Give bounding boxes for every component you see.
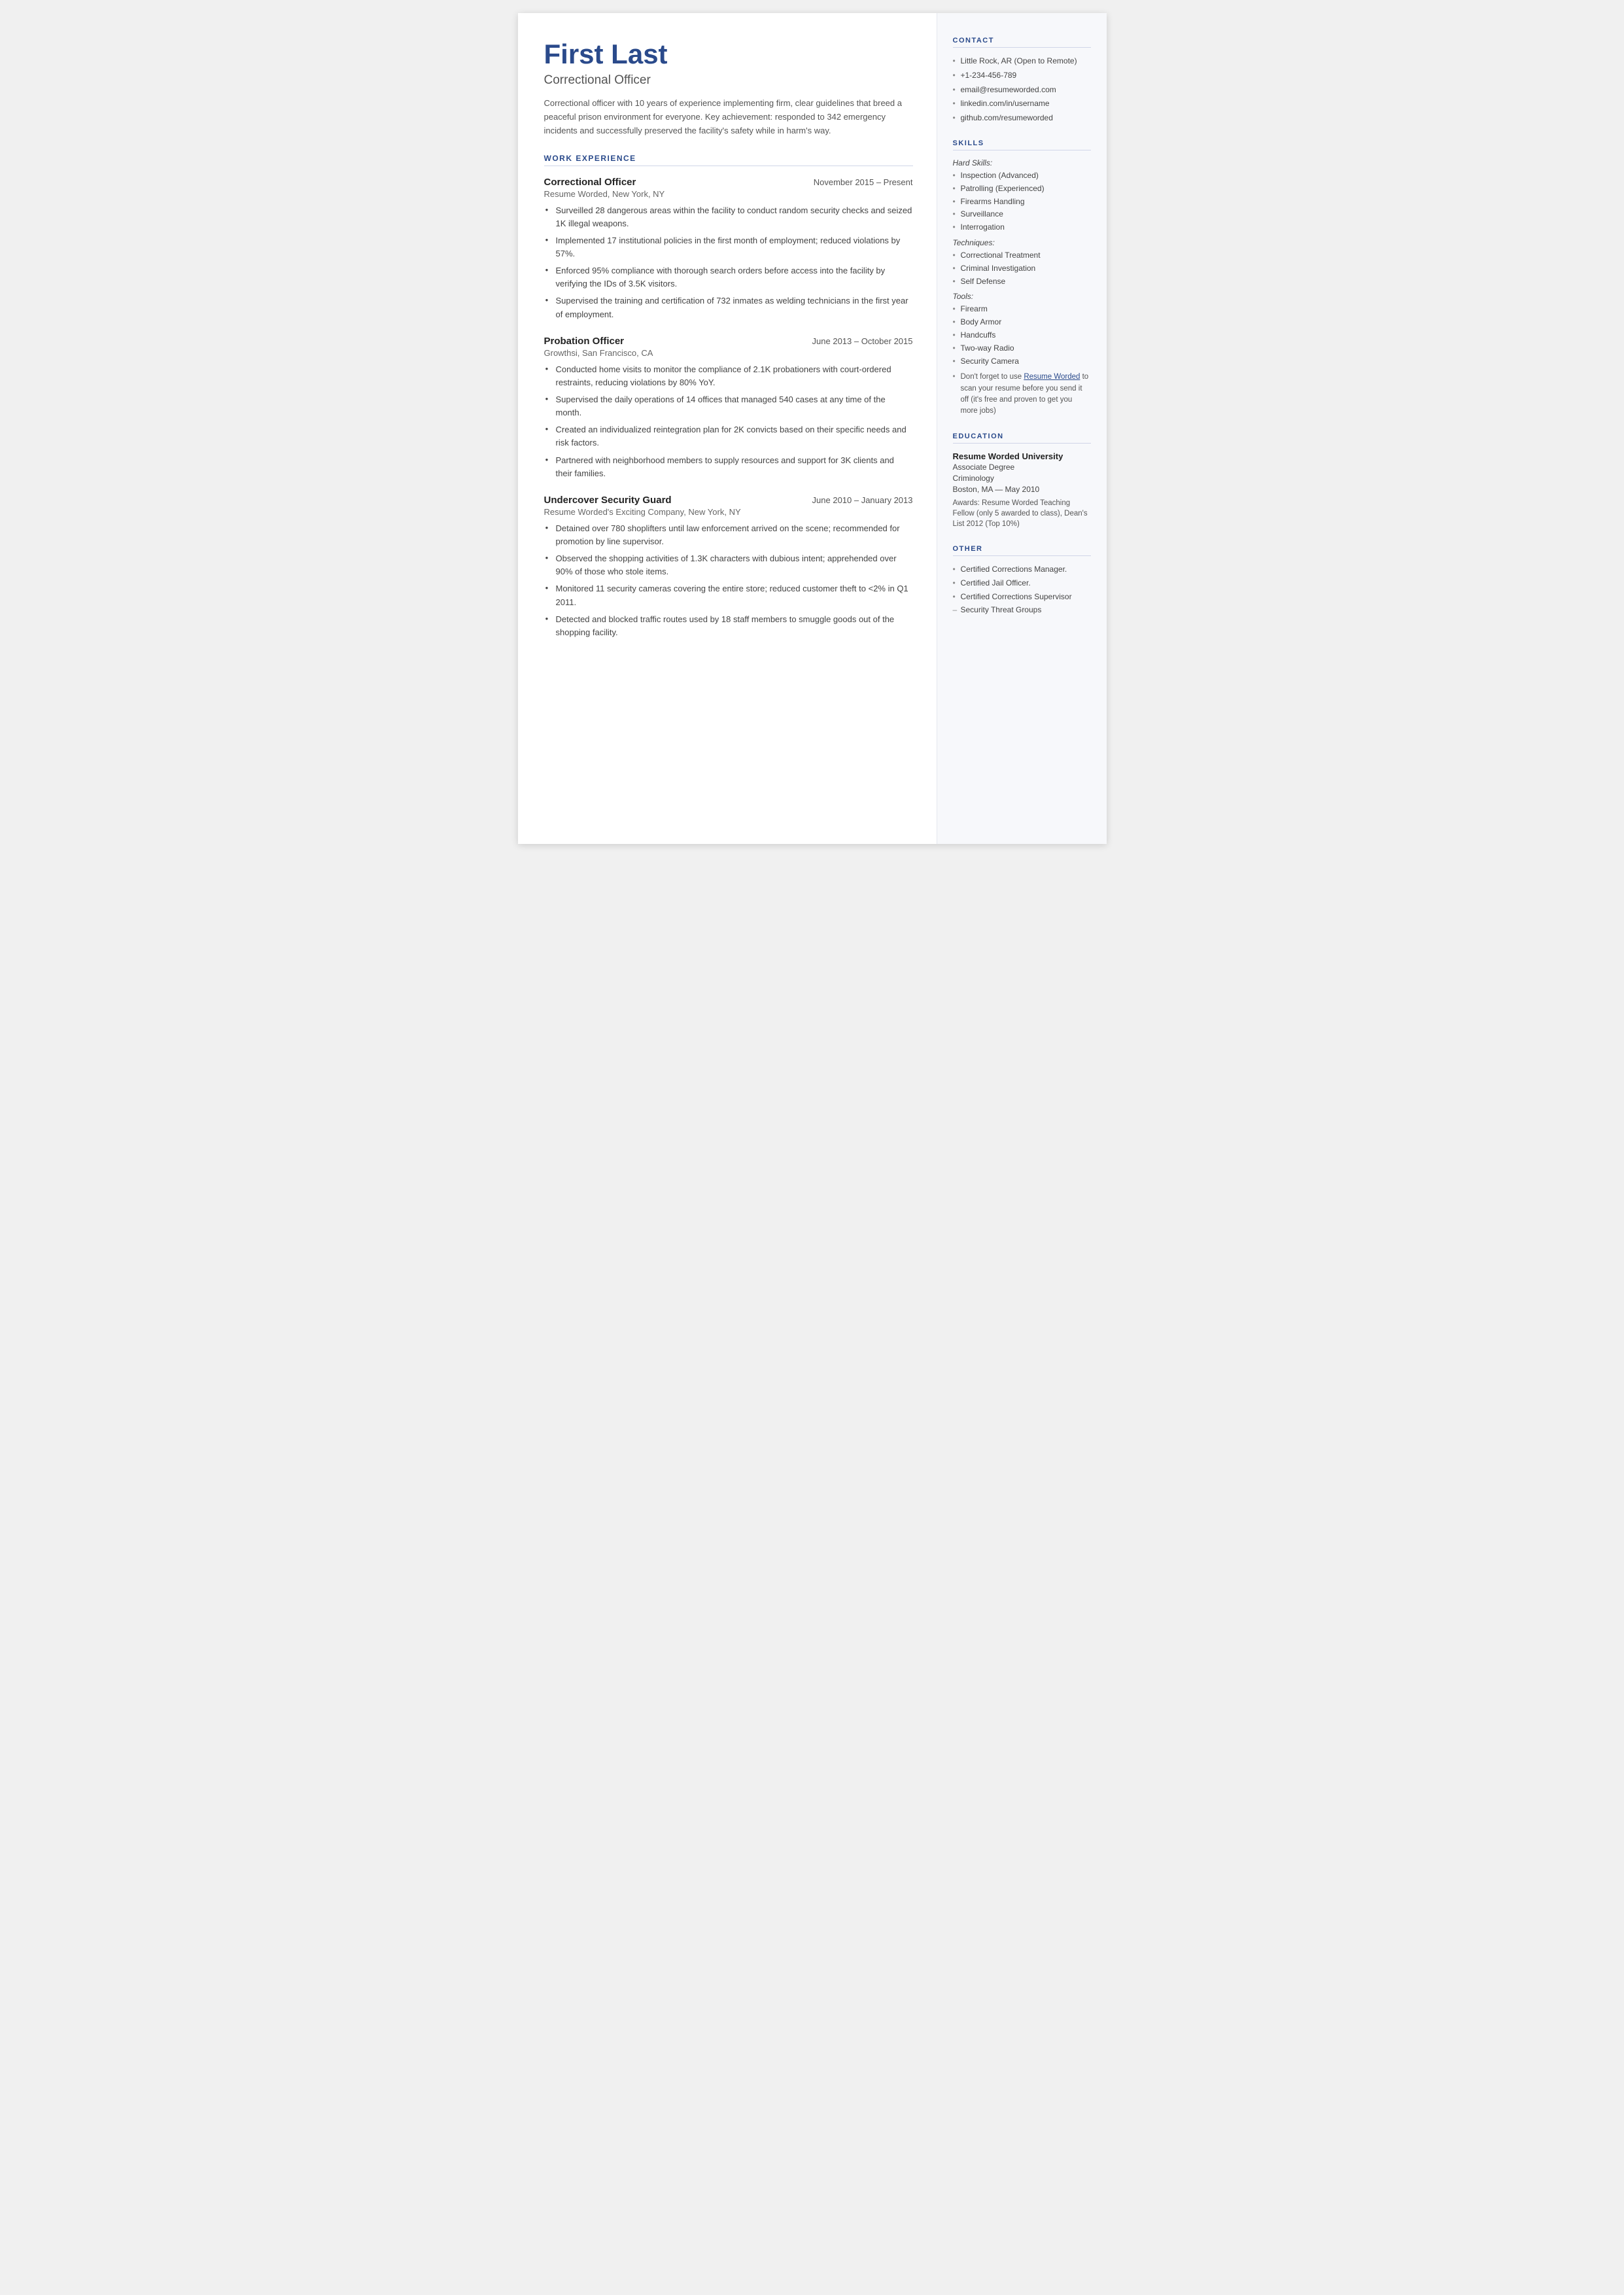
bullet-2-2: Supervised the daily operations of 14 of… <box>544 393 913 419</box>
bullet-3-2: Observed the shopping activities of 1.3K… <box>544 552 913 578</box>
other-item-4: Security Threat Groups <box>953 604 1091 616</box>
tools-list: Firearm Body Armor Handcuffs Two-way Rad… <box>953 304 1091 366</box>
bullet-1-4: Supervised the training and certificatio… <box>544 294 913 321</box>
techniques-label: Techniques: <box>953 238 1091 247</box>
candidate-title: Correctional Officer <box>544 73 913 88</box>
resume-worded-link[interactable]: Resume Worded <box>1024 373 1080 381</box>
job-block-1: Correctional Officer November 2015 – Pre… <box>544 177 913 321</box>
contact-list: Little Rock, AR (Open to Remote) +1-234-… <box>953 56 1091 124</box>
contact-location: Little Rock, AR (Open to Remote) <box>953 56 1091 67</box>
bullet-3-4: Detected and blocked traffic routes used… <box>544 613 913 639</box>
job-block-2: Probation Officer June 2013 – October 20… <box>544 336 913 480</box>
bullet-2-4: Partnered with neighborhood members to s… <box>544 454 913 480</box>
job-company-3: Resume Worded's Exciting Company, New Yo… <box>544 507 913 517</box>
hard-skill-4: Surveillance <box>953 209 1091 220</box>
bullet-1-3: Enforced 95% compliance with thorough se… <box>544 264 913 290</box>
technique-2: Criminal Investigation <box>953 263 1091 274</box>
contact-linkedin: linkedin.com/in/username <box>953 98 1091 109</box>
candidate-summary: Correctional officer with 10 years of ex… <box>544 97 913 137</box>
job-bullets-1: Surveilled 28 dangerous areas within the… <box>544 204 913 321</box>
edu-field: Criminology <box>953 473 1091 484</box>
tool-4: Two-way Radio <box>953 343 1091 354</box>
bullet-2-1: Conducted home visits to monitor the com… <box>544 363 913 389</box>
tool-3: Handcuffs <box>953 330 1091 341</box>
technique-1: Correctional Treatment <box>953 250 1091 261</box>
contact-github: github.com/resumeworded <box>953 113 1091 124</box>
hard-skill-1: Inspection (Advanced) <box>953 170 1091 181</box>
tool-5: Security Camera <box>953 356 1091 367</box>
resume-page: First Last Correctional Officer Correcti… <box>518 13 1107 844</box>
resume-worded-pre: Don't forget to use <box>961 373 1024 381</box>
job-block-3: Undercover Security Guard June 2010 – Ja… <box>544 495 913 639</box>
job-title-3: Undercover Security Guard <box>544 495 672 506</box>
bullet-1-1: Surveilled 28 dangerous areas within the… <box>544 204 913 230</box>
job-bullets-2: Conducted home visits to monitor the com… <box>544 363 913 480</box>
right-column: CONTACT Little Rock, AR (Open to Remote)… <box>937 13 1107 844</box>
technique-3: Self Defense <box>953 276 1091 287</box>
job-company-1: Resume Worded, New York, NY <box>544 189 913 199</box>
hard-skill-2: Patrolling (Experienced) <box>953 183 1091 194</box>
bullet-3-1: Detained over 780 shoplifters until law … <box>544 522 913 548</box>
other-section: OTHER Certified Corrections Manager. Cer… <box>953 545 1091 616</box>
techniques-list: Correctional Treatment Criminal Investig… <box>953 250 1091 287</box>
hard-skills-list: Inspection (Advanced) Patrolling (Experi… <box>953 170 1091 233</box>
skills-section: SKILLS Hard Skills: Inspection (Advanced… <box>953 139 1091 417</box>
job-dates-3: June 2010 – January 2013 <box>812 495 913 505</box>
contact-header: CONTACT <box>953 37 1091 48</box>
other-item-2: Certified Jail Officer. <box>953 578 1091 589</box>
edu-degree: Associate Degree <box>953 462 1091 473</box>
edu-school: Resume Worded University <box>953 451 1091 461</box>
other-item-3: Certified Corrections Supervisor <box>953 591 1091 603</box>
hard-skill-5: Interrogation <box>953 222 1091 233</box>
education-header: EDUCATION <box>953 432 1091 444</box>
bullet-3-3: Monitored 11 security cameras covering t… <box>544 582 913 608</box>
job-header-3: Undercover Security Guard June 2010 – Ja… <box>544 495 913 506</box>
other-item-1: Certified Corrections Manager. <box>953 564 1091 575</box>
hard-skill-3: Firearms Handling <box>953 196 1091 207</box>
job-dates-1: November 2015 – Present <box>814 177 913 187</box>
job-title-2: Probation Officer <box>544 336 625 347</box>
hard-skills-label: Hard Skills: <box>953 158 1091 167</box>
edu-location-date: Boston, MA — May 2010 <box>953 484 1091 495</box>
education-section: EDUCATION Resume Worded University Assoc… <box>953 432 1091 529</box>
left-column: First Last Correctional Officer Correcti… <box>518 13 937 844</box>
skills-header: SKILLS <box>953 139 1091 150</box>
bullet-2-3: Created an individualized reintegration … <box>544 423 913 449</box>
contact-phone: +1-234-456-789 <box>953 70 1091 81</box>
job-header-2: Probation Officer June 2013 – October 20… <box>544 336 913 347</box>
tool-2: Body Armor <box>953 317 1091 328</box>
other-list: Certified Corrections Manager. Certified… <box>953 564 1091 616</box>
edu-block: Resume Worded University Associate Degre… <box>953 451 1091 529</box>
job-company-2: Growthsi, San Francisco, CA <box>544 348 913 358</box>
tools-label: Tools: <box>953 292 1091 301</box>
edu-awards: Awards: Resume Worded Teaching Fellow (o… <box>953 498 1091 529</box>
job-dates-2: June 2013 – October 2015 <box>812 336 913 346</box>
job-bullets-3: Detained over 780 shoplifters until law … <box>544 522 913 639</box>
other-header: OTHER <box>953 545 1091 556</box>
tool-1: Firearm <box>953 304 1091 315</box>
contact-email: email@resumeworded.com <box>953 84 1091 96</box>
contact-section: CONTACT Little Rock, AR (Open to Remote)… <box>953 37 1091 124</box>
bullet-1-2: Implemented 17 institutional policies in… <box>544 234 913 260</box>
resume-worded-note: Don't forget to use Resume Worded to sca… <box>953 372 1091 417</box>
work-experience-header: WORK EXPERIENCE <box>544 154 913 166</box>
candidate-name: First Last <box>544 39 913 69</box>
job-title-1: Correctional Officer <box>544 177 636 188</box>
job-header-1: Correctional Officer November 2015 – Pre… <box>544 177 913 188</box>
